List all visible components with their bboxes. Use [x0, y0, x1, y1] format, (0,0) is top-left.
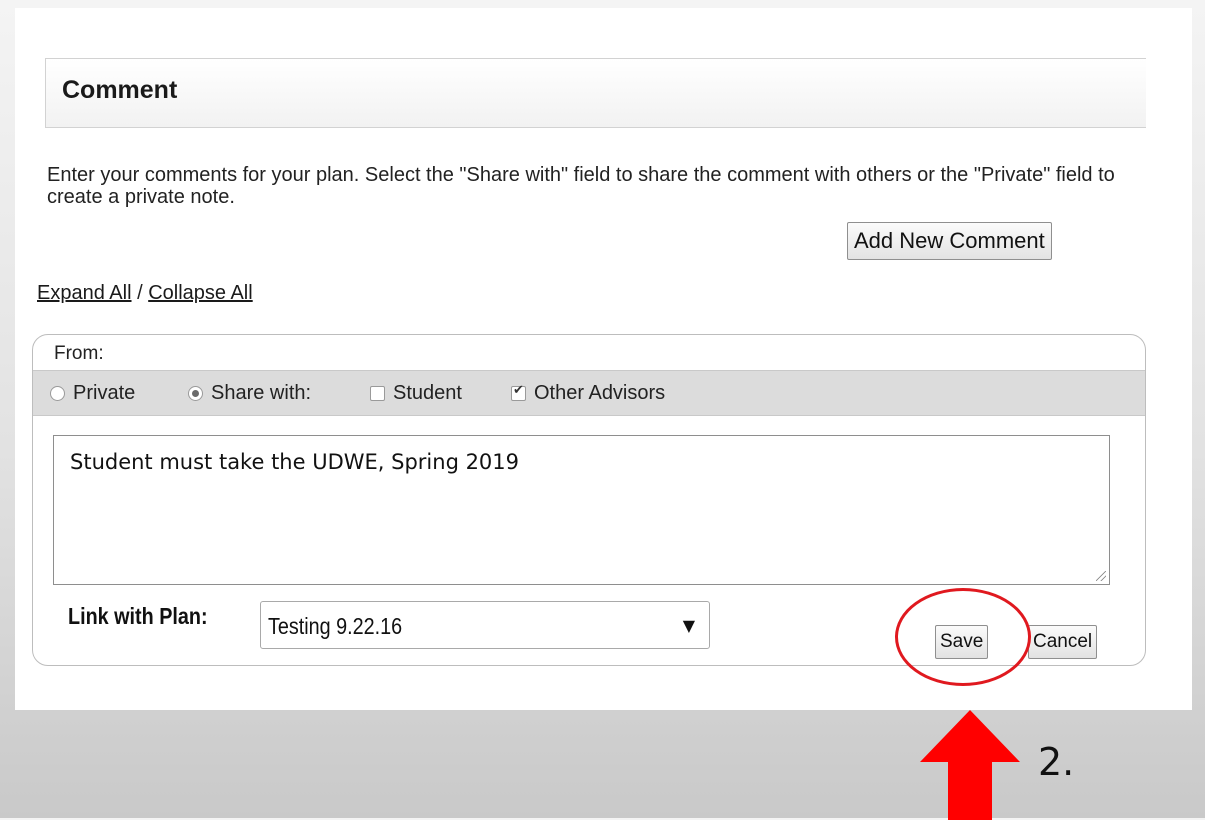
- link-separator: /: [131, 282, 149, 304]
- chevron-down-icon: ▼: [682, 616, 695, 635]
- comment-textarea[interactable]: Student must take the UDWE, Spring 2019: [53, 435, 1110, 585]
- add-new-comment-button[interactable]: Add New Comment: [847, 222, 1052, 260]
- private-radio-option[interactable]: Private: [50, 382, 135, 405]
- expand-all-link[interactable]: Expand All: [37, 282, 132, 304]
- up-arrow-icon: [920, 710, 1020, 820]
- from-field: From:: [54, 343, 104, 365]
- page-title: Comment: [62, 76, 178, 104]
- share-options-bar: Private Share with: Student Other Adviso…: [33, 370, 1145, 416]
- expand-collapse-links: Expand All / Collapse All: [37, 282, 253, 305]
- share-with-radio[interactable]: [188, 386, 203, 401]
- instructions-text: Enter your comments for your plan. Selec…: [47, 164, 1115, 208]
- private-radio[interactable]: [50, 386, 65, 401]
- private-label: Private: [73, 382, 136, 404]
- step-number-label: 2.: [1038, 740, 1075, 784]
- student-label: Student: [393, 382, 462, 404]
- from-label: From:: [54, 343, 104, 364]
- section-header: Comment: [45, 58, 1146, 128]
- comment-panel: Comment Enter your comments for your pla…: [15, 8, 1192, 710]
- other-advisors-checkbox[interactable]: [511, 383, 526, 401]
- student-checkbox-option[interactable]: Student: [370, 382, 462, 405]
- comment-text: Student must take the UDWE, Spring 2019: [70, 450, 520, 474]
- share-with-radio-option[interactable]: Share with:: [188, 382, 311, 405]
- plan-select[interactable]: Testing 9.22.16 ▼: [260, 601, 710, 649]
- other-advisors-checkbox-option[interactable]: Other Advisors: [511, 382, 665, 405]
- plan-select-value: Testing 9.22.16: [268, 613, 403, 639]
- link-with-plan-label: Link with Plan:: [68, 603, 208, 629]
- other-advisors-label: Other Advisors: [534, 382, 666, 404]
- collapse-all-link[interactable]: Collapse All: [148, 282, 253, 304]
- share-with-label: Share with:: [211, 382, 312, 404]
- resize-grip-icon[interactable]: [1096, 571, 1106, 581]
- cancel-button[interactable]: Cancel: [1028, 625, 1098, 659]
- save-highlight-circle: [895, 588, 1031, 686]
- student-checkbox[interactable]: [370, 386, 385, 401]
